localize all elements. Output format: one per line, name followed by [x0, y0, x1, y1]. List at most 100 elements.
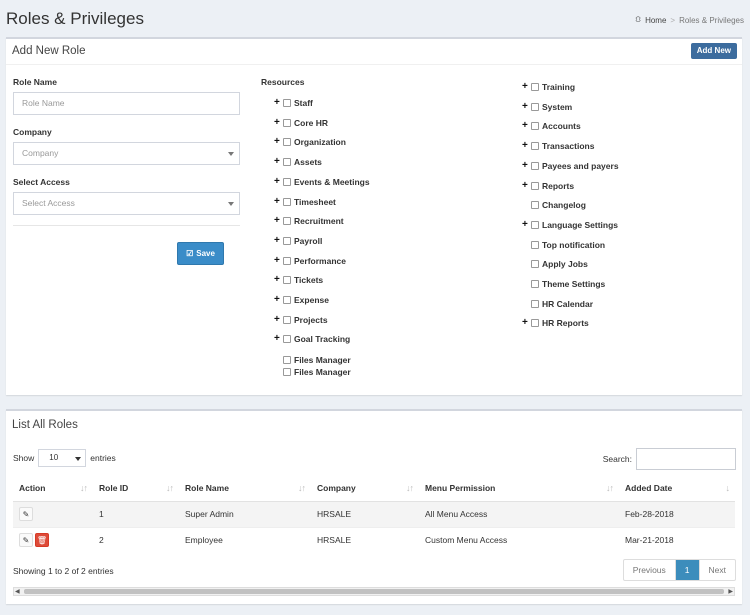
- resource-item[interactable]: + Expense: [274, 295, 329, 306]
- resource-item[interactable]: + Payroll: [274, 235, 322, 246]
- plus-icon[interactable]: +: [274, 314, 282, 324]
- resource-item[interactable]: Theme Settings: [522, 279, 605, 289]
- plus-icon[interactable]: +: [522, 141, 530, 151]
- resource-checkbox[interactable]: [531, 122, 539, 131]
- scroll-right-icon[interactable]: ▶: [728, 588, 733, 595]
- resource-item[interactable]: + Events & Meetings: [274, 176, 370, 187]
- resource-checkbox[interactable]: [531, 83, 539, 91]
- horizontal-scrollbar[interactable]: ◀ ▶: [13, 587, 735, 596]
- next-button[interactable]: Next: [700, 560, 735, 580]
- resource-checkbox[interactable]: [283, 276, 291, 285]
- resource-item[interactable]: Changelog: [522, 200, 586, 210]
- plus-icon[interactable]: +: [274, 176, 282, 186]
- breadcrumb-home[interactable]: Home: [645, 16, 666, 25]
- resource-checkbox[interactable]: [283, 217, 291, 226]
- resource-item-files-manager[interactable]: Files Manager: [274, 355, 351, 365]
- resource-item[interactable]: + Tickets: [274, 275, 323, 286]
- resource-checkbox[interactable]: [283, 118, 291, 127]
- resource-checkbox[interactable]: [531, 142, 539, 151]
- access-select[interactable]: Select Access: [13, 192, 240, 215]
- resource-item[interactable]: + Timesheet: [274, 196, 336, 207]
- resource-checkbox[interactable]: [283, 256, 291, 265]
- resource-checkbox[interactable]: [283, 367, 291, 376]
- resource-item[interactable]: + Accounts: [522, 121, 581, 132]
- resource-item[interactable]: + Language Settings: [522, 219, 618, 230]
- previous-button[interactable]: Previous: [624, 560, 676, 580]
- column-header-action[interactable]: Action ↓↑: [13, 476, 93, 502]
- resource-checkbox[interactable]: [531, 319, 539, 328]
- resource-item[interactable]: Top notification: [522, 240, 605, 250]
- column-header-added-date[interactable]: Added Date ↓: [619, 476, 735, 502]
- resource-item[interactable]: + Core HR: [274, 117, 328, 128]
- resource-checkbox[interactable]: [531, 220, 539, 229]
- resource-item[interactable]: + Reports: [522, 180, 574, 191]
- role-name-input[interactable]: Role Name: [13, 92, 240, 115]
- resource-checkbox[interactable]: [283, 197, 291, 206]
- resource-checkbox[interactable]: [283, 296, 291, 304]
- search-input[interactable]: [636, 448, 736, 470]
- resource-item-files-manager[interactable]: Files Manager: [274, 367, 351, 377]
- add-new-button[interactable]: Add New: [690, 43, 737, 59]
- resource-checkbox[interactable]: [531, 260, 539, 269]
- page-1-button[interactable]: 1: [675, 560, 700, 580]
- home-icon[interactable]: ⛻: [635, 15, 641, 25]
- resource-item[interactable]: Apply Jobs: [522, 259, 588, 269]
- resource-checkbox[interactable]: [283, 356, 291, 364]
- column-header-role-id[interactable]: Role ID ↓↑: [93, 476, 179, 502]
- plus-icon[interactable]: +: [522, 82, 530, 92]
- resource-checkbox[interactable]: [283, 315, 291, 324]
- resource-checkbox[interactable]: [531, 102, 539, 111]
- resource-checkbox[interactable]: [283, 177, 291, 186]
- plus-icon[interactable]: +: [522, 219, 530, 229]
- resource-item[interactable]: + HR Reports: [522, 318, 589, 329]
- resource-item[interactable]: HR Calendar: [522, 299, 593, 309]
- plus-icon[interactable]: +: [522, 180, 530, 190]
- resource-checkbox[interactable]: [283, 99, 291, 107]
- resource-checkbox[interactable]: [531, 161, 539, 170]
- plus-icon[interactable]: +: [274, 255, 282, 265]
- plus-icon[interactable]: +: [522, 121, 530, 131]
- resource-item[interactable]: + Projects: [274, 314, 328, 325]
- resource-item[interactable]: + Staff: [274, 98, 313, 109]
- plus-icon[interactable]: +: [274, 295, 282, 305]
- resource-item[interactable]: + Organization: [274, 137, 346, 148]
- resource-item[interactable]: + Training: [522, 82, 575, 93]
- resource-item[interactable]: + Assets: [274, 157, 322, 168]
- resource-item[interactable]: + Performance: [274, 255, 346, 266]
- resource-checkbox[interactable]: [531, 299, 539, 308]
- plus-icon[interactable]: +: [522, 101, 530, 111]
- plus-icon[interactable]: +: [274, 235, 282, 245]
- plus-icon[interactable]: +: [274, 117, 282, 127]
- scroll-left-icon[interactable]: ◀: [15, 588, 20, 595]
- column-header-menu-permission[interactable]: Menu Permission ↓↑: [419, 476, 619, 502]
- resource-item[interactable]: + Goal Tracking: [274, 334, 350, 345]
- trash-icon[interactable]: 🗑: [35, 533, 49, 548]
- plus-icon[interactable]: +: [274, 196, 282, 206]
- plus-icon[interactable]: +: [274, 157, 282, 167]
- resource-checkbox[interactable]: [283, 158, 291, 167]
- column-header-company[interactable]: Company ↓↑: [311, 476, 419, 502]
- resource-checkbox[interactable]: [531, 240, 539, 249]
- edit-icon[interactable]: ✎: [19, 507, 33, 521]
- resource-checkbox[interactable]: [531, 201, 539, 210]
- plus-icon[interactable]: +: [274, 137, 282, 147]
- resource-checkbox[interactable]: [283, 138, 291, 147]
- plus-icon[interactable]: +: [274, 98, 282, 108]
- resource-item[interactable]: + Transactions: [522, 141, 594, 152]
- scrollbar-thumb[interactable]: [24, 589, 724, 594]
- save-button[interactable]: ☑ Save: [177, 242, 224, 265]
- company-select[interactable]: Company: [13, 142, 240, 165]
- plus-icon[interactable]: +: [274, 216, 282, 226]
- resource-checkbox[interactable]: [283, 236, 291, 245]
- resource-checkbox[interactable]: [531, 181, 539, 190]
- resource-item[interactable]: + System: [522, 101, 572, 112]
- resource-item[interactable]: + Payees and payers: [522, 160, 619, 171]
- resource-item[interactable]: + Recruitment: [274, 216, 344, 227]
- plus-icon[interactable]: +: [522, 160, 530, 170]
- plus-icon[interactable]: +: [274, 334, 282, 344]
- entries-select[interactable]: 10: [38, 449, 87, 467]
- resource-checkbox[interactable]: [283, 335, 291, 344]
- edit-icon[interactable]: ✎: [19, 533, 33, 548]
- column-header-role-name[interactable]: Role Name ↓↑: [179, 476, 311, 502]
- resource-checkbox[interactable]: [531, 280, 539, 288]
